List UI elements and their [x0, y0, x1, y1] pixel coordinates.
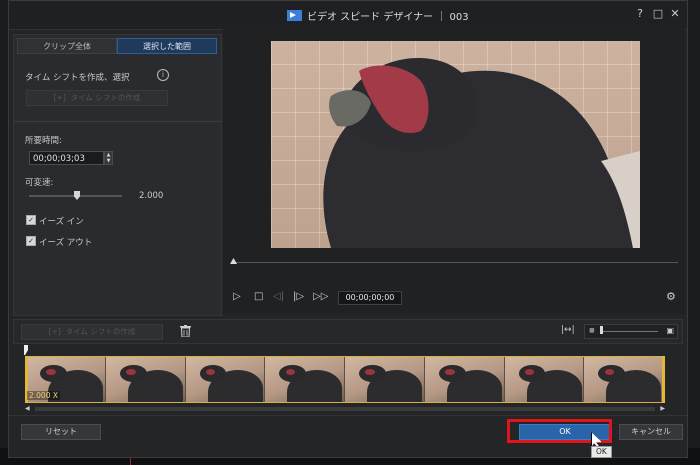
prev-frame-icon[interactable]: ◁| [273, 291, 284, 303]
zoom-slider-track[interactable] [600, 331, 658, 332]
speed-badge: 2.000 X [27, 391, 60, 400]
zoom-out-icon[interactable]: ■ [589, 327, 595, 334]
timeline-zoom-control: ■ ▣ [584, 324, 678, 339]
next-frame-icon[interactable]: |▷ [293, 291, 304, 303]
bird-image [323, 58, 640, 248]
add-icon: [+] [53, 93, 71, 102]
filmstrip-frame [345, 357, 425, 402]
reset-button[interactable]: リセット [21, 424, 101, 440]
variable-speed-label: 可変速: [25, 178, 54, 188]
clip-trim-handle-right[interactable] [662, 356, 665, 403]
speed-settings-panel: クリップ全体 選択した範囲 タイム シフトを作成、選択 i [+] タイム シフ… [13, 34, 222, 316]
timeline-ruler[interactable] [13, 344, 681, 356]
variable-speed-slider-thumb[interactable] [74, 191, 80, 200]
background-app-right-edge [688, 0, 700, 465]
timeline-scrollbar[interactable]: ◀ ▶ [25, 406, 665, 412]
clip-filmstrip[interactable] [25, 356, 665, 403]
ease-in-checkbox[interactable]: ✓ [26, 215, 36, 225]
trash-icon[interactable] [180, 325, 191, 337]
timeline-playhead-marker[interactable] [24, 345, 28, 355]
zoom-in-icon[interactable]: ▣ [666, 326, 674, 335]
seek-bar[interactable] [233, 262, 678, 263]
background-app-left-edge [0, 0, 8, 465]
close-button[interactable]: ✕ [669, 8, 681, 20]
preview-panel: ▷ □ ◁| |▷ ▷▷ 00;00;00;00 ⚙ [223, 29, 685, 314]
section-divider [14, 121, 221, 122]
variable-speed-value: 2.000 [139, 191, 164, 201]
range-tabs: クリップ全体 選択した範囲 [17, 38, 217, 54]
timecode-display: 00;00;00;00 [338, 291, 402, 305]
help-button[interactable]: ? [634, 8, 646, 20]
filmstrip-frame [584, 357, 664, 402]
timeline-create-timeshift-label: タイム シフトの作成 [65, 327, 136, 336]
play-icon[interactable]: ▷ [233, 291, 241, 303]
filmstrip-frame [185, 357, 266, 402]
ease-out-checkbox[interactable]: ✓ [26, 236, 36, 246]
scroll-left-icon[interactable]: ◀ [25, 406, 30, 412]
footer-divider [9, 415, 687, 416]
tab-selected-range[interactable]: 選択した範囲 [117, 38, 217, 54]
zoom-slider-thumb[interactable] [600, 326, 603, 334]
create-timeshift-label: タイム シフトの作成 [70, 93, 141, 102]
tab-entire-clip[interactable]: クリップ全体 [17, 38, 117, 54]
ease-in-label: イーズ イン [39, 217, 84, 227]
seek-handle[interactable] [230, 258, 237, 264]
duration-label: 所要時間: [25, 136, 62, 146]
info-icon[interactable]: i [157, 69, 169, 81]
gear-icon[interactable]: ⚙ [666, 290, 676, 303]
app-icon [287, 10, 302, 21]
ease-out-label: イーズ アウト [39, 238, 93, 248]
filmstrip-frame [105, 357, 186, 402]
timeline-toolbar: [+] タイム シフトの作成 |↔| ■ ▣ [13, 319, 683, 344]
stop-icon[interactable]: □ [254, 291, 263, 303]
filmstrip-frame [424, 357, 505, 402]
add-icon: [+] [48, 327, 66, 336]
timeshift-heading: タイム シフトを作成、選択 [25, 73, 130, 83]
window-title-text: ビデオ スピード デザイナー ｜ 003 [307, 12, 469, 23]
cancel-button[interactable]: キャンセル [619, 424, 683, 440]
scroll-track[interactable] [35, 407, 655, 411]
timeline-create-timeshift-button: [+] タイム シフトの作成 [21, 324, 163, 340]
duration-stepper[interactable]: ▲ ▼ [104, 151, 113, 165]
create-timeshift-button: [+] タイム シフトの作成 [26, 90, 168, 106]
scroll-right-icon[interactable]: ▶ [660, 406, 665, 412]
filmstrip-frame [504, 357, 585, 402]
maximize-button[interactable]: □ [652, 8, 664, 20]
duration-input[interactable]: 00;00;03;03 [29, 151, 104, 165]
video-preview [271, 41, 640, 248]
window-title: ビデオ スピード デザイナー ｜ 003 [287, 8, 469, 23]
filmstrip-frame [265, 357, 345, 402]
fast-forward-icon[interactable]: ▷▷ [313, 291, 328, 303]
ok-tooltip: OK [591, 446, 612, 458]
fit-timeline-icon[interactable]: |↔| [561, 325, 575, 335]
title-bar[interactable]: ビデオ スピード デザイナー ｜ 003 ? □ ✕ [9, 1, 687, 30]
video-speed-designer-dialog: ビデオ スピード デザイナー ｜ 003 ? □ ✕ クリップ全体 選択した範囲… [8, 0, 688, 458]
